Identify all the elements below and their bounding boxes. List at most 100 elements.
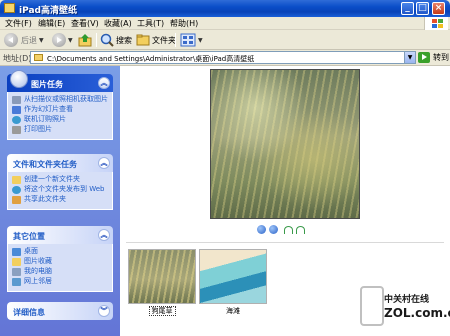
chevron-down-icon: ▼ xyxy=(198,36,203,44)
place-network[interactable]: 网上邻居 xyxy=(12,277,108,286)
go-button[interactable]: 转到 xyxy=(418,52,449,63)
file-tasks-header[interactable]: 文件和文件夹任务 ︽ xyxy=(7,154,113,172)
rotate-clockwise-button[interactable] xyxy=(284,225,293,234)
task-label: 作为幻灯片查看 xyxy=(24,105,73,113)
place-my-pictures[interactable]: 图片收藏 xyxy=(12,257,108,266)
toolbar-separator xyxy=(96,33,97,47)
pictures-folder-icon xyxy=(12,258,21,266)
share-folder-icon xyxy=(12,196,21,204)
search-label: 搜索 xyxy=(116,35,132,45)
address-dropdown-button[interactable]: ▼ xyxy=(404,52,415,63)
search-button[interactable]: 搜索 xyxy=(100,32,132,48)
address-label: 地址(D) xyxy=(3,54,32,63)
task-label: 创建一个新文件夹 xyxy=(24,175,80,183)
forward-button[interactable]: ▼ xyxy=(52,32,73,48)
up-folder-button[interactable] xyxy=(78,32,93,48)
folders-button[interactable]: 文件夹 xyxy=(136,32,176,48)
collapse-icon[interactable]: ︽ xyxy=(98,157,110,169)
watermark-logo: 中关村在线 ZOL.com.cn xyxy=(350,278,450,334)
back-button[interactable]: 后退 ▼ xyxy=(4,32,44,48)
task-get-pictures[interactable]: 从扫描仪或照相机获取图片 xyxy=(12,95,108,104)
task-pane: 图片任务 ︽ 从扫描仪或照相机获取图片 作为幻灯片查看 联机订购照片 打印图片 xyxy=(0,66,120,336)
details-panel: 详细信息 ︾ xyxy=(7,302,113,320)
folder-icon xyxy=(34,54,43,61)
views-button[interactable]: ▼ xyxy=(180,32,203,48)
address-input[interactable]: C:\Documents and Settings\Administrator\… xyxy=(30,51,416,64)
rotate-counterclockwise-button[interactable] xyxy=(296,225,305,234)
chevron-down-icon: ▼ xyxy=(39,36,44,44)
place-label: 网上邻居 xyxy=(24,277,52,285)
camera-icon xyxy=(12,96,21,104)
folders-icon xyxy=(136,34,150,46)
windows-logo-icon xyxy=(424,17,448,30)
new-folder-icon xyxy=(12,176,21,184)
printer-icon xyxy=(12,126,21,134)
slideshow-icon xyxy=(12,106,21,114)
task-order-prints[interactable]: 联机订购照片 xyxy=(12,115,108,124)
folder-up-icon xyxy=(78,34,92,47)
next-image-button[interactable] xyxy=(269,225,278,234)
place-label: 桌面 xyxy=(24,247,38,255)
globe-icon xyxy=(12,116,21,124)
task-print[interactable]: 打印图片 xyxy=(12,125,108,134)
task-label: 从扫描仪或照相机获取图片 xyxy=(24,95,108,103)
file-tasks-body: 创建一个新文件夹 将这个文件夹发布到 Web 共享此文件夹 xyxy=(7,172,113,210)
task-share-folder[interactable]: 共享此文件夹 xyxy=(12,195,108,204)
thumbnail-image xyxy=(199,249,267,304)
task-label: 打印图片 xyxy=(24,125,52,133)
chevron-down-icon: ▼ xyxy=(68,36,73,44)
task-publish-web[interactable]: 将这个文件夹发布到 Web xyxy=(12,185,108,194)
viewer-controls xyxy=(257,225,305,234)
task-new-folder[interactable]: 创建一个新文件夹 xyxy=(12,175,108,184)
thumbnail-item[interactable]: 海滩 xyxy=(199,249,267,316)
task-slideshow[interactable]: 作为幻灯片查看 xyxy=(12,105,108,114)
place-my-computer[interactable]: 我的电脑 xyxy=(12,267,108,276)
search-icon xyxy=(100,33,114,47)
picture-tasks-icon xyxy=(10,70,28,88)
details-title: 详细信息 xyxy=(13,308,45,317)
forward-arrow-icon xyxy=(52,33,66,47)
toolbar-separator xyxy=(175,33,176,47)
back-arrow-icon xyxy=(4,33,18,47)
go-label: 转到 xyxy=(433,53,449,62)
other-places-body: 桌面 图片收藏 我的电脑 网上邻居 xyxy=(7,244,113,292)
picture-tasks-header[interactable]: 图片任务 ︽ xyxy=(7,70,113,92)
filmstrip-divider xyxy=(126,242,444,243)
image-preview[interactable] xyxy=(210,69,360,219)
place-label: 我的电脑 xyxy=(24,267,52,275)
previous-image-button[interactable] xyxy=(257,225,266,234)
details-header[interactable]: 详细信息 ︾ xyxy=(7,302,113,320)
menu-view[interactable]: 查看(V) xyxy=(71,18,99,29)
menu-tools[interactable]: 工具(T) xyxy=(137,18,164,29)
file-tasks-title: 文件和文件夹任务 xyxy=(13,160,77,169)
other-places-panel: 其它位置 ︽ 桌面 图片收藏 我的电脑 网上邻居 xyxy=(7,226,113,292)
network-icon xyxy=(12,278,21,286)
watermark-url: ZOL.com.cn xyxy=(384,306,450,320)
place-desktop[interactable]: 桌面 xyxy=(12,247,108,256)
place-label: 图片收藏 xyxy=(24,257,52,265)
maximize-button[interactable]: □ xyxy=(416,2,429,15)
toolbar: 后退 ▼ ▼ 搜索 文件夹 ▼ xyxy=(0,30,450,50)
task-label: 共享此文件夹 xyxy=(24,195,66,203)
picture-tasks-panel: 图片任务 ︽ 从扫描仪或照相机获取图片 作为幻灯片查看 联机订购照片 打印图片 xyxy=(7,70,113,140)
folders-label: 文件夹 xyxy=(152,35,176,45)
phone-icon xyxy=(360,286,384,326)
collapse-icon[interactable]: ︽ xyxy=(98,77,110,89)
desktop-icon xyxy=(12,248,21,256)
go-arrow-icon xyxy=(418,52,430,63)
menu-file[interactable]: 文件(F) xyxy=(5,18,32,29)
menu-favorites[interactable]: 收藏(A) xyxy=(104,18,132,29)
expand-icon[interactable]: ︾ xyxy=(98,305,110,317)
picture-tasks-body: 从扫描仪或照相机获取图片 作为幻灯片查看 联机订购照片 打印图片 xyxy=(7,92,113,140)
other-places-header[interactable]: 其它位置 ︽ xyxy=(7,226,113,244)
title-bar: iPad高清壁纸 _ □ × xyxy=(0,0,450,17)
minimize-button[interactable]: _ xyxy=(401,2,414,15)
thumbnail-item[interactable]: 狗尾草 xyxy=(128,249,196,316)
collapse-icon[interactable]: ︽ xyxy=(98,229,110,241)
menu-edit[interactable]: 编辑(E) xyxy=(38,18,65,29)
thumbnail-image xyxy=(128,249,196,304)
address-bar: 地址(D) C:\Documents and Settings\Administ… xyxy=(0,50,450,66)
close-button[interactable]: × xyxy=(432,2,445,15)
task-label: 联机订购照片 xyxy=(24,115,66,123)
menu-help[interactable]: 帮助(H) xyxy=(170,18,198,29)
